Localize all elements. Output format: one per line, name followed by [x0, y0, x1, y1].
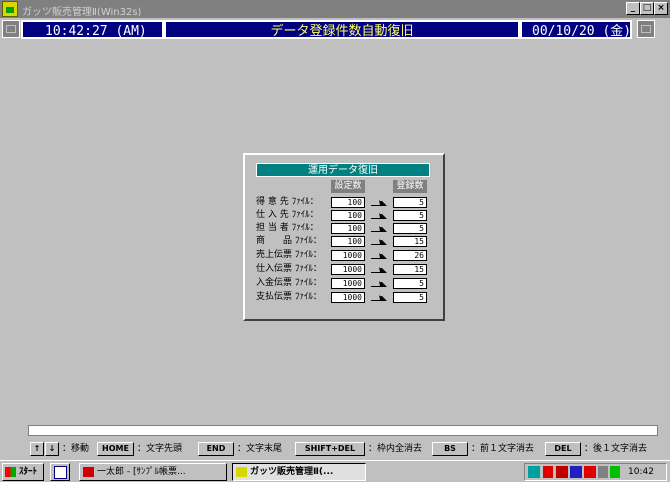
- setting-field[interactable]: 1000: [331, 278, 365, 289]
- row-label: 入金伝票 ﾌｧｲﾙ：: [256, 278, 322, 288]
- row-label: 商 品 ﾌｧｲﾙ：: [256, 236, 322, 246]
- key-del[interactable]: DEL: [545, 442, 581, 456]
- registered-field[interactable]: 5: [393, 278, 427, 289]
- setting-field[interactable]: 100: [331, 223, 365, 234]
- key-home[interactable]: HOME: [97, 442, 134, 456]
- row-label: 仕入伝票 ﾌｧｲﾙ：: [256, 264, 322, 274]
- right-arrow-icon: [371, 239, 387, 245]
- registered-field[interactable]: 5: [393, 292, 427, 303]
- key-shift-del-label: ：枠内全消去: [368, 444, 423, 454]
- registered-field[interactable]: 5: [393, 223, 427, 234]
- task-gats-label: ガッツ販売管理Ⅱ(...: [250, 467, 334, 477]
- key-home-label: ：文字先頭: [137, 444, 183, 454]
- row-label: 売上伝票 ﾌｧｲﾙ：: [256, 250, 322, 260]
- row-label: 仕 入 先 ﾌｧｲﾙ：: [256, 210, 319, 220]
- setting-field[interactable]: 1000: [331, 292, 365, 303]
- date-display: 00/10/20 (金): [520, 20, 632, 39]
- setting-field[interactable]: 1000: [331, 250, 365, 261]
- setting-field[interactable]: 100: [331, 197, 365, 208]
- windows-logo-icon: [5, 467, 16, 477]
- key-bs[interactable]: BS: [432, 442, 468, 456]
- print-button[interactable]: [2, 20, 20, 38]
- setting-field[interactable]: 100: [331, 210, 365, 221]
- right-arrow-icon: [371, 253, 387, 259]
- battery-icon[interactable]: [610, 466, 620, 478]
- app-icon: [236, 467, 247, 477]
- registered-field[interactable]: 15: [393, 236, 427, 247]
- dialog-title: 運用データ復旧: [256, 163, 430, 177]
- maximize-button[interactable]: □: [640, 2, 654, 15]
- key-down[interactable]: ↓: [45, 442, 59, 456]
- close-button[interactable]: ×: [654, 2, 668, 15]
- key-shift-del[interactable]: SHIFT+DEL: [295, 442, 365, 456]
- quicklaunch-button[interactable]: [50, 463, 70, 481]
- screen-title: データ登録件数自動復旧: [164, 20, 520, 39]
- row-label: 担 当 者 ﾌｧｲﾙ：: [256, 223, 319, 233]
- key-end-label: ：文字末尾: [237, 444, 283, 454]
- key-bs-label: ：前１文字消去: [471, 444, 535, 454]
- right-arrow-icon: [371, 267, 387, 273]
- setting-field[interactable]: 1000: [331, 264, 365, 275]
- clock-display: 10:42:27 (AM): [21, 20, 164, 39]
- printer-icon: [641, 25, 651, 33]
- right-arrow-icon: [371, 226, 387, 232]
- registered-field[interactable]: 26: [393, 250, 427, 261]
- speaker-icon[interactable]: [598, 466, 608, 478]
- key-up[interactable]: ↑: [30, 442, 44, 456]
- tray-clock: 10:42: [628, 467, 654, 477]
- row-label: 支払伝票 ﾌｧｲﾙ：: [256, 292, 322, 302]
- task-ichitaro-label: 一太郎 - [ｻﾝﾌﾟﾙ帳票...: [97, 467, 186, 477]
- keyboard-icon[interactable]: [570, 466, 582, 478]
- task-gats[interactable]: ガッツ販売管理Ⅱ(...: [232, 463, 366, 481]
- registered-field[interactable]: 5: [393, 197, 427, 208]
- message-bar: [28, 425, 658, 436]
- notepad-icon: [54, 466, 67, 479]
- ime-icon[interactable]: [556, 466, 568, 478]
- col-header-setting: 設定数: [331, 180, 365, 193]
- registered-field[interactable]: 15: [393, 264, 427, 275]
- right-arrow-icon: [371, 295, 387, 301]
- start-label: ｽﾀｰﾄ: [19, 467, 38, 477]
- key-del-label: ：後１文字消去: [584, 444, 648, 454]
- key-end[interactable]: END: [198, 442, 234, 456]
- display-icon[interactable]: [584, 466, 596, 478]
- right-arrow-icon: [371, 281, 387, 287]
- printer-icon: [6, 25, 16, 33]
- pen-icon[interactable]: [543, 466, 553, 478]
- registered-field[interactable]: 5: [393, 210, 427, 221]
- setting-field[interactable]: 100: [331, 236, 365, 247]
- window-title: ガッツ販売管理Ⅱ(Win32s): [22, 7, 142, 18]
- app-icon[interactable]: [2, 1, 18, 17]
- start-button[interactable]: ｽﾀｰﾄ: [2, 463, 44, 481]
- copy-button[interactable]: [637, 20, 655, 38]
- minimize-button[interactable]: _: [626, 2, 640, 15]
- key-move-label: ：移動: [62, 444, 90, 454]
- row-label: 得 意 先 ﾌｧｲﾙ：: [256, 197, 319, 207]
- right-arrow-icon: [371, 213, 387, 219]
- network-icon[interactable]: [528, 466, 540, 478]
- right-arrow-icon: [371, 200, 387, 206]
- ichitaro-icon: [83, 467, 94, 477]
- task-ichitaro[interactable]: 一太郎 - [ｻﾝﾌﾟﾙ帳票...: [79, 463, 227, 481]
- col-header-registered: 登録数: [393, 180, 427, 193]
